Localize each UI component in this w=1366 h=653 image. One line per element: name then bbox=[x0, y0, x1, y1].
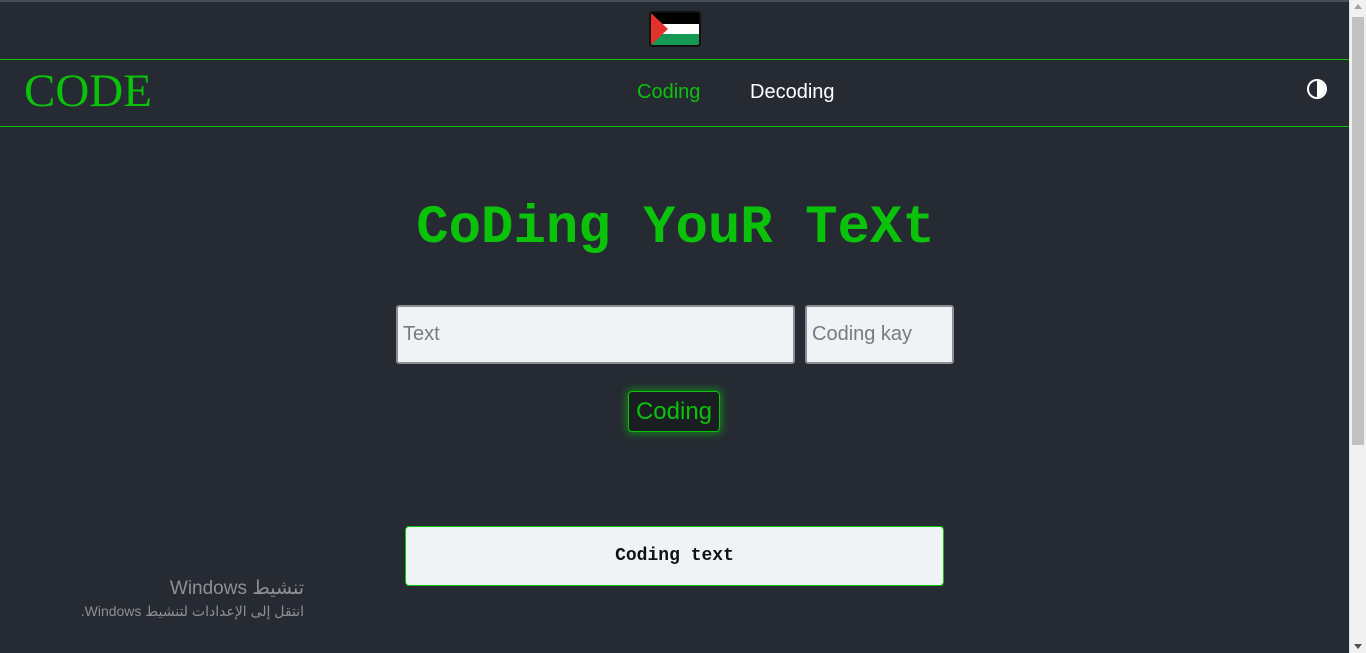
activation-watermark-title: تنشيط Windows bbox=[169, 578, 304, 599]
palestine-flag-icon bbox=[649, 11, 701, 47]
output-box: Coding text bbox=[405, 526, 944, 586]
brand-logo[interactable]: CODE bbox=[24, 64, 152, 118]
page: CODE Coding Decoding CoDing YouR TeXt Co… bbox=[0, 0, 1349, 653]
page-title: CoDing YouR TeXt bbox=[416, 198, 935, 259]
scroll-up-icon[interactable] bbox=[1354, 4, 1362, 9]
contrast-icon[interactable] bbox=[1307, 79, 1327, 99]
coding-button[interactable]: Coding bbox=[628, 391, 720, 432]
text-input[interactable] bbox=[396, 305, 795, 364]
flag-bar bbox=[0, 2, 1349, 60]
vertical-scrollbar[interactable] bbox=[1349, 0, 1366, 653]
navbar: CODE Coding Decoding bbox=[0, 60, 1349, 127]
nav-link-coding[interactable]: Coding bbox=[637, 81, 700, 104]
scroll-down-icon[interactable] bbox=[1354, 644, 1362, 649]
scroll-thumb[interactable] bbox=[1352, 17, 1364, 445]
activation-watermark-subtitle: انتقل إلى الإعدادات لتنشيط Windows. bbox=[80, 603, 304, 619]
nav-link-decoding[interactable]: Decoding bbox=[750, 81, 835, 104]
coding-key-input[interactable] bbox=[805, 305, 954, 364]
output-text: Coding text bbox=[615, 546, 734, 566]
